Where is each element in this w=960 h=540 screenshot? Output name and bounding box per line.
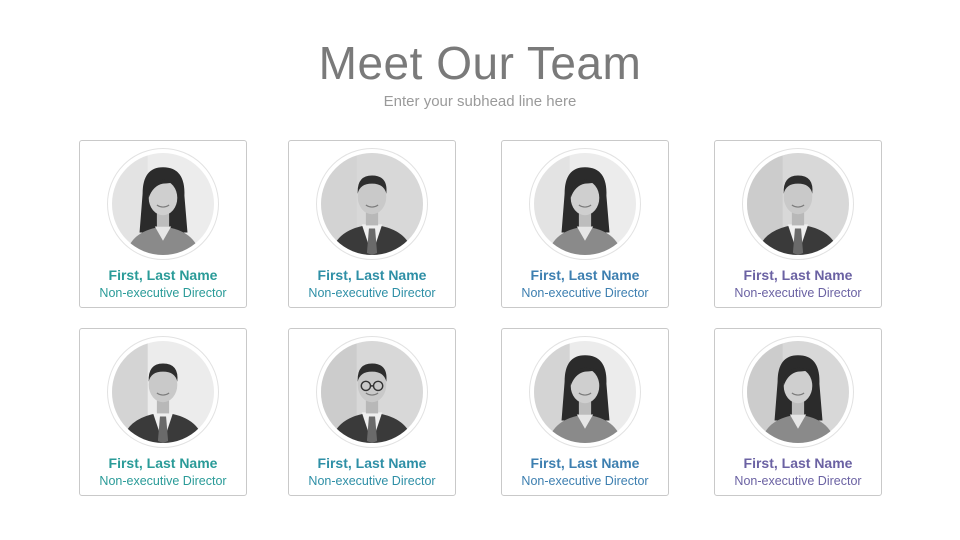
team-member-card: First, Last Name Non-executive Director	[714, 140, 882, 308]
page-title: Meet Our Team	[318, 37, 642, 89]
member-role: Non-executive Director	[521, 474, 649, 488]
man-portrait-icon	[321, 341, 423, 443]
member-photo	[742, 336, 854, 448]
woman-portrait-icon	[747, 341, 849, 443]
team-member-card: First, Last Name Non-executive Director	[288, 328, 456, 496]
team-member-card: First, Last Name Non-executive Director	[501, 140, 669, 308]
member-photo	[316, 148, 428, 260]
member-role: Non-executive Director	[734, 286, 862, 300]
member-photo	[529, 148, 641, 260]
member-name: First, Last Name	[743, 455, 853, 471]
member-name: First, Last Name	[317, 455, 427, 471]
member-photo	[316, 336, 428, 448]
member-name: First, Last Name	[108, 455, 218, 471]
member-role: Non-executive Director	[99, 286, 227, 300]
member-role: Non-executive Director	[734, 474, 862, 488]
member-role: Non-executive Director	[308, 474, 436, 488]
page-subtitle: Enter your subhead line here	[383, 93, 577, 110]
member-photo	[107, 148, 219, 260]
man-portrait-icon	[112, 341, 214, 443]
member-name: First, Last Name	[530, 455, 640, 471]
member-name: First, Last Name	[530, 267, 640, 283]
woman-portrait-icon	[112, 153, 214, 255]
woman-portrait-icon	[534, 341, 636, 443]
team-slide: Meet Our Team Enter your subhead line he…	[0, 0, 960, 540]
member-name: First, Last Name	[108, 267, 218, 283]
member-role: Non-executive Director	[99, 474, 227, 488]
team-member-card: First, Last Name Non-executive Director	[501, 328, 669, 496]
member-name: First, Last Name	[317, 267, 427, 283]
team-member-card: First, Last Name Non-executive Director	[79, 140, 247, 308]
team-member-card: First, Last Name Non-executive Director	[288, 140, 456, 308]
man-portrait-icon	[747, 153, 849, 255]
team-member-card: First, Last Name Non-executive Director	[714, 328, 882, 496]
member-name: First, Last Name	[743, 267, 853, 283]
member-photo	[529, 336, 641, 448]
woman-portrait-icon	[534, 153, 636, 255]
team-member-card: First, Last Name Non-executive Director	[79, 328, 247, 496]
member-photo	[742, 148, 854, 260]
member-role: Non-executive Director	[308, 286, 436, 300]
member-role: Non-executive Director	[521, 286, 649, 300]
man-portrait-icon	[321, 153, 423, 255]
member-photo	[107, 336, 219, 448]
